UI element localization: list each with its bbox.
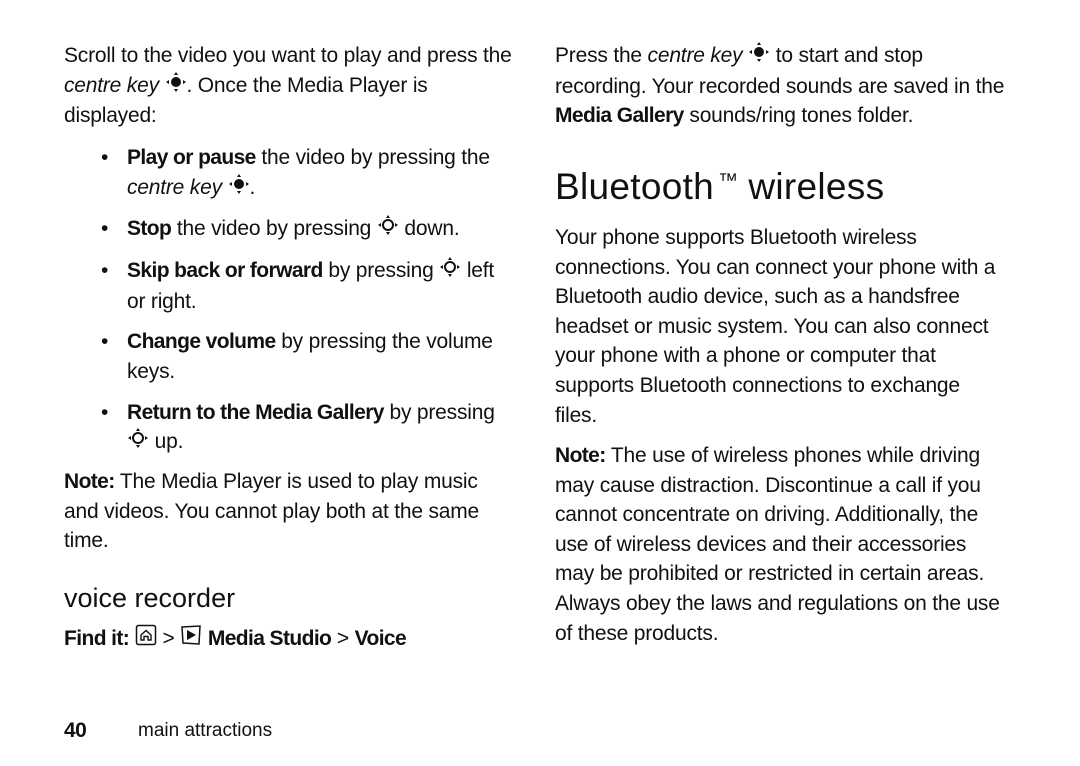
list-item: • Play or pause the video by pressing th… xyxy=(101,143,514,204)
bullet: • xyxy=(101,145,109,169)
bullet-bold: Stop xyxy=(127,217,172,241)
right-column: Press the centre key to start and stop r… xyxy=(555,41,1005,648)
bullet-after: . xyxy=(249,175,256,199)
bullet: • xyxy=(101,400,109,424)
find-it-voice: Voice xyxy=(354,626,407,650)
heading-text-rest: wireless xyxy=(748,165,885,207)
bullet-after: up. xyxy=(149,430,184,454)
list-item: • Change volume by pressing the volume k… xyxy=(101,327,514,386)
bullet-bold: Play or pause xyxy=(127,145,256,169)
note-text: The use of wireless phones while driving… xyxy=(555,444,1000,645)
section-heading: Bluetooth ™ wireless xyxy=(555,159,1005,209)
list-item: • Return to the Media Gallery by pressin… xyxy=(101,398,514,458)
centre-key-icon xyxy=(165,71,187,102)
bullet: • xyxy=(101,217,109,241)
recording-paragraph: Press the centre key to start and stop r… xyxy=(555,41,1005,131)
media-player-controls-list: • Play or pause the video by pressing th… xyxy=(64,143,514,458)
intro-text: Press the xyxy=(555,44,648,67)
centre-key-icon xyxy=(748,41,770,72)
bullet-text: by pressing xyxy=(383,400,495,424)
note-label: Note: xyxy=(64,469,115,493)
bluetooth-paragraph: Your phone supports Bluetooth wireless c… xyxy=(555,225,996,427)
nav-key-icon xyxy=(439,256,461,287)
path-separator: > xyxy=(156,626,181,650)
find-it-path: Find it: > Media Studio > Voice xyxy=(64,624,514,655)
bullet-bold: Skip back or forward xyxy=(127,259,323,283)
intro-text-end: sounds/ring tones folder. xyxy=(683,104,914,128)
find-it-label: Find it: xyxy=(64,626,130,650)
trademark-symbol: ™ xyxy=(718,169,739,192)
heading-text: Bluetooth xyxy=(555,165,715,207)
bullet-italic: centre key xyxy=(127,175,222,199)
footer-section-label: main attractions xyxy=(138,720,273,741)
centre-key-icon xyxy=(228,173,250,204)
page-footer: 40 main attractions xyxy=(64,719,272,743)
bullet-bold: Change volume xyxy=(127,330,276,354)
note-label: Note: xyxy=(555,444,606,468)
media-studio-icon xyxy=(180,624,202,655)
bullet-text: by pressing xyxy=(322,259,440,283)
intro-paragraph: Scroll to the video you want to play and… xyxy=(64,41,514,131)
left-column: Scroll to the video you want to play and… xyxy=(64,41,514,654)
section-title: voice recorder xyxy=(64,582,236,613)
note-text: The Media Player is used to play music a… xyxy=(64,469,480,553)
media-gallery-label: Media Gallery xyxy=(555,104,684,128)
bullet-after: down. xyxy=(398,217,460,241)
bullet-text: the video by pressing the xyxy=(255,145,490,169)
centre-key-label: centre key xyxy=(647,44,743,67)
note-paragraph: Note: The use of wireless phones while d… xyxy=(555,441,1005,648)
home-key-icon xyxy=(135,624,157,655)
list-item: • Stop the video by pressing down. xyxy=(101,214,514,245)
bullet-text: the video by pressing xyxy=(171,217,377,241)
centre-key-label: centre key xyxy=(64,73,159,97)
page-number: 40 xyxy=(64,719,87,742)
path-separator: > xyxy=(331,626,355,650)
note-paragraph: Note: The Media Player is used to play m… xyxy=(64,467,514,556)
list-item: • Skip back or forward by pressing left … xyxy=(101,256,514,316)
bullet-bold: Return to the Media Gallery xyxy=(127,400,384,424)
nav-key-icon xyxy=(377,214,399,245)
bullet: • xyxy=(101,259,109,283)
intro-text: Scroll to the video you want to play and… xyxy=(64,44,512,67)
bullet: • xyxy=(101,330,109,354)
find-it-media-studio: Media Studio xyxy=(207,626,332,650)
nav-key-icon xyxy=(127,427,149,458)
